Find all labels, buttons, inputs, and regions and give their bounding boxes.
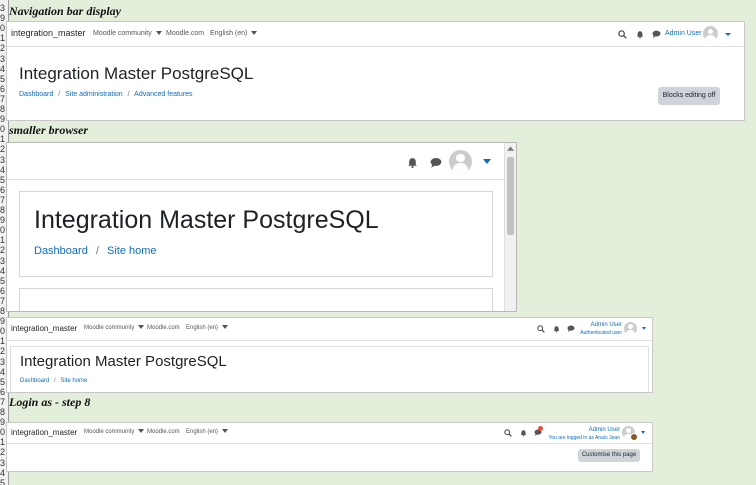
row-number: 0 (0, 124, 6, 135)
breadcrumb-site-home[interactable]: Site home (107, 245, 157, 257)
chevron-down-icon[interactable] (725, 33, 731, 36)
scroll-up-arrow-icon[interactable] (507, 146, 514, 151)
breadcrumb-dashboard[interactable]: Dashboard (20, 378, 49, 384)
caption-login-as-step8: Login as - step 8 (9, 395, 91, 409)
chevron-down-icon[interactable] (641, 431, 645, 434)
search-icon[interactable] (537, 325, 545, 333)
row-number: 7 (0, 396, 6, 407)
bell-icon[interactable] (520, 429, 527, 437)
breadcrumb: Dashboard / Site home (20, 378, 87, 384)
breadcrumb: Dashboard / Site administration / Advanc… (19, 91, 193, 98)
content-card (19, 288, 493, 311)
user-role-label: Authenticated user (580, 330, 622, 336)
row-number: 5 (0, 477, 6, 485)
user-menu-name[interactable]: Admin User (665, 30, 702, 37)
row-number: 8 (0, 407, 6, 417)
breadcrumb: Dashboard / Site home (34, 245, 157, 257)
breadcrumb-dashboard[interactable]: Dashboard (34, 245, 88, 257)
menu-moodle-com[interactable]: Moodle.com (166, 30, 204, 37)
navbar (7, 143, 506, 180)
screenshot-smaller-browser: Integration Master PostgreSQL Dashboard … (6, 142, 517, 312)
breadcrumb-separator: / (54, 378, 56, 384)
caption-navigation-bar-display: Navigation bar display (9, 4, 122, 18)
screenshot-authenticated-user: integration_master Moodle community Mood… (6, 317, 653, 393)
avatar-icon[interactable] (624, 322, 637, 335)
breadcrumb-advanced-features[interactable]: Advanced features (134, 91, 192, 98)
notification-badge (538, 426, 543, 431)
user-menu-name[interactable]: Admin User (548, 426, 620, 434)
blocks-editing-off-button[interactable]: Blocks editing off (658, 87, 720, 105)
search-icon[interactable] (504, 429, 512, 437)
menu-moodle-community[interactable]: Moodle community (93, 30, 162, 37)
chevron-down-icon[interactable] (483, 159, 491, 164)
vertical-scrollbar[interactable] (504, 143, 516, 311)
user-menu-name[interactable]: Admin User (580, 321, 622, 329)
scrollbar-thumb[interactable] (507, 157, 514, 235)
breadcrumb-separator: / (95, 245, 99, 257)
page-header-card: Integration Master PostgreSQL Dashboard … (19, 191, 493, 277)
search-icon[interactable] (618, 30, 627, 39)
navbar: integration_master Moodle community Mood… (7, 22, 744, 47)
avatar-icon[interactable] (703, 26, 718, 41)
chevron-down-icon[interactable] (642, 327, 646, 330)
page-header-card: Integration Master PostgreSQL Dashboard … (10, 346, 649, 392)
menu-moodle-com[interactable]: Moodle.com (147, 325, 180, 331)
breadcrumb-site-home[interactable]: Site home (60, 378, 87, 384)
caption-smaller-browser: smaller browser (9, 123, 89, 137)
site-name[interactable]: integration_master (11, 428, 77, 437)
chat-icon[interactable] (567, 325, 575, 332)
page-title: Integration Master PostgreSQL (19, 64, 254, 83)
breadcrumb-separator: / (127, 91, 130, 98)
menu-language[interactable]: English (en) (186, 429, 228, 435)
breadcrumb-dashboard[interactable]: Dashboard (19, 91, 53, 98)
breadcrumb-site-administration[interactable]: Site administration (65, 91, 123, 98)
menu-moodle-community[interactable]: Moodle community (84, 325, 144, 331)
site-name[interactable]: integration_master (11, 28, 86, 38)
row-number: 3 (0, 3, 6, 13)
page-title: Integration Master PostgreSQL (34, 206, 379, 234)
page-title: Integration Master PostgreSQL (20, 353, 227, 370)
navbar: integration_master Moodle community Mood… (7, 423, 652, 444)
customise-page-button[interactable]: Customise this page (578, 449, 640, 462)
chat-icon[interactable] (652, 30, 661, 38)
bell-icon[interactable] (636, 30, 644, 39)
breadcrumb-separator: / (58, 91, 61, 98)
menu-language[interactable]: English (en) (186, 325, 228, 331)
menu-moodle-com[interactable]: Moodle.com (147, 429, 180, 435)
menu-language[interactable]: English (en) (210, 30, 257, 37)
chat-icon[interactable] (430, 157, 442, 168)
site-name[interactable]: integration_master (11, 324, 77, 333)
bell-icon[interactable] (407, 157, 418, 168)
login-as-avatar-overlay-icon (630, 433, 638, 441)
screenshot-navigation-bar: integration_master Moodle community Mood… (6, 21, 745, 121)
navbar: integration_master Moodle community Mood… (7, 318, 652, 341)
avatar-icon[interactable] (449, 150, 472, 173)
bell-icon[interactable] (553, 325, 560, 333)
screenshot-login-as: integration_master Moodle community Mood… (6, 422, 653, 472)
menu-moodle-community[interactable]: Moodle community (84, 429, 144, 435)
logged-in-as-label: You are logged in as Anaïs Jean (548, 435, 620, 441)
